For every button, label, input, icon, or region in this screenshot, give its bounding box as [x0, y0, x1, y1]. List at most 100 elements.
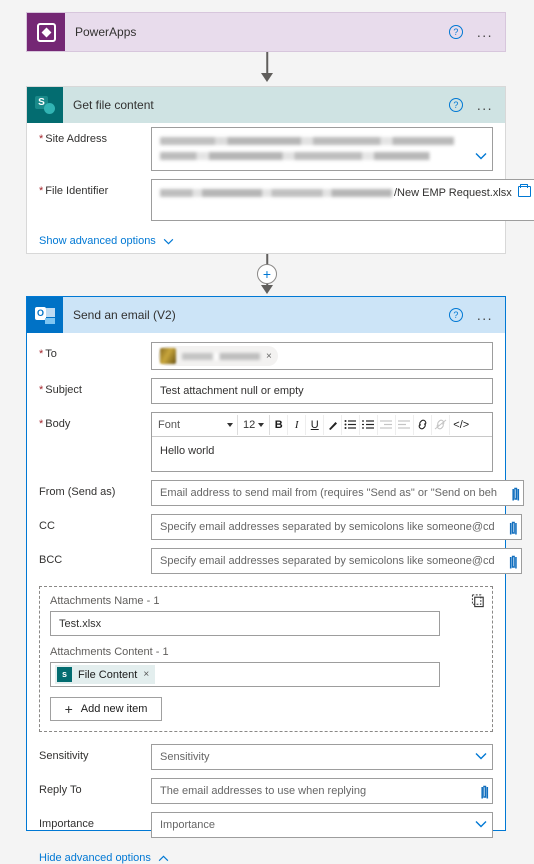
importance-dropdown[interactable]: Importance: [151, 812, 493, 838]
body-label: * Body: [39, 418, 71, 430]
flow-card-powerapps[interactable]: PowerApps ? ...: [26, 12, 506, 52]
file-identifier-value: /New EMP Request.xlsx: [394, 187, 512, 199]
font-size-dropdown[interactable]: 12: [238, 414, 271, 435]
link-button[interactable]: [414, 414, 433, 435]
outlook-card-header[interactable]: O Send an email (V2) ? ...: [27, 297, 505, 333]
bold-button[interactable]: B: [270, 414, 289, 435]
attachments-content-input[interactable]: File Content ×: [50, 662, 440, 687]
dynamic-content-icon[interactable]: |⫿|: [509, 521, 518, 536]
required-asterisk: *: [39, 348, 44, 360]
dynamic-content-icon[interactable]: |⫿|: [480, 785, 489, 800]
from-input[interactable]: Email address to send mail from (require…: [151, 480, 524, 506]
chevron-down-icon: [258, 422, 265, 427]
underline-button[interactable]: U: [306, 414, 325, 435]
recipient-chip[interactable]: ×: [158, 346, 278, 366]
remove-recipient-icon[interactable]: ×: [266, 351, 272, 362]
required-asterisk: *: [39, 384, 44, 396]
chevron-down-icon: [227, 422, 233, 427]
required-asterisk: *: [39, 185, 44, 197]
chevron-down-icon[interactable]: [475, 752, 487, 762]
subject-label: * Subject: [39, 384, 82, 396]
from-label: From (Send as): [39, 486, 116, 498]
file-content-token[interactable]: File Content ×: [55, 665, 156, 684]
font-family-dropdown[interactable]: Font: [154, 414, 238, 435]
dynamic-content-icon[interactable]: |⫿|: [509, 555, 518, 570]
flow-designer-canvas: PowerApps ? ... S Get file content ? ...…: [0, 0, 534, 864]
attachments-content-label: Attachments Content - 1: [50, 646, 169, 658]
file-identifier-label: * File Identifier: [39, 185, 109, 197]
indent-button[interactable]: [378, 414, 397, 435]
overflow-menu-icon[interactable]: ...: [477, 308, 493, 322]
flow-card-send-an-email[interactable]: O Send an email (V2) ? ... * To × * Subj…: [26, 296, 524, 864]
show-advanced-options-link[interactable]: Show advanced options: [27, 225, 505, 247]
field-row-reply-to: Reply To The email addresses to use when…: [27, 774, 505, 808]
text-color-button[interactable]: [324, 414, 343, 435]
to-input[interactable]: ×: [151, 342, 493, 370]
bulleted-list-button[interactable]: [360, 414, 379, 435]
body-content[interactable]: Hello world: [152, 437, 492, 471]
importance-label: Importance: [39, 818, 95, 830]
code-view-button[interactable]: </>: [450, 415, 472, 435]
attachments-name-input[interactable]: Test.xlsx: [50, 611, 440, 636]
field-row-file-identifier: * File Identifier /New EMP Request.xlsx: [27, 175, 534, 225]
rich-text-toolbar: Font 12 B I U </>: [152, 413, 492, 437]
redacted-text: [160, 189, 392, 197]
folder-picker-icon[interactable]: [517, 184, 531, 197]
powerapps-icon: [27, 13, 65, 51]
add-new-item-button[interactable]: + Add new item: [50, 697, 162, 721]
attachments-name-label: Attachments Name - 1: [50, 595, 160, 607]
chevron-down-icon[interactable]: [475, 820, 487, 830]
field-row-body: * Body Font 12 B I U </> Hello world: [27, 408, 505, 476]
to-label: * To: [39, 348, 57, 360]
dynamic-content-icon[interactable]: |⫿|: [511, 487, 520, 502]
field-row-importance: Importance Importance: [27, 808, 505, 842]
token-label: File Content: [78, 668, 138, 681]
plus-icon: +: [64, 701, 73, 717]
cc-input[interactable]: Specify email addresses separated by sem…: [151, 514, 522, 540]
italic-button[interactable]: I: [288, 414, 307, 435]
required-asterisk: *: [39, 418, 44, 430]
powerapps-card-header[interactable]: PowerApps ? ...: [27, 13, 505, 51]
help-icon[interactable]: ?: [448, 98, 463, 112]
flow-card-get-file-content[interactable]: S Get file content ? ... *Site Address: [26, 86, 534, 254]
overflow-menu-icon[interactable]: ...: [477, 98, 493, 112]
insert-step-button[interactable]: +: [257, 264, 277, 284]
remove-token-icon[interactable]: ×: [143, 669, 149, 680]
hide-advanced-options-link[interactable]: Hide advanced options: [27, 842, 505, 864]
cc-label: CC: [39, 520, 55, 532]
field-row-bcc: BCC Specify email addresses separated by…: [27, 544, 522, 578]
field-row-from: From (Send as) Email address to send mai…: [27, 476, 524, 510]
site-address-input[interactable]: [151, 127, 493, 171]
powerapps-card-title: PowerApps: [75, 25, 137, 39]
field-row-to: * To ×: [27, 333, 505, 374]
outdent-button[interactable]: [396, 414, 415, 435]
reply-to-label: Reply To: [39, 784, 82, 796]
connector-arrow-2: [261, 285, 273, 295]
sharepoint-card-header[interactable]: S Get file content ? ...: [27, 87, 505, 123]
redacted-text: [160, 137, 466, 145]
subject-input[interactable]: Test attachment null or empty: [151, 378, 493, 404]
sharepoint-icon: S: [27, 87, 63, 123]
unlink-button[interactable]: [432, 414, 451, 435]
chevron-down-icon: [163, 238, 174, 244]
avatar: [160, 348, 176, 364]
bcc-label: BCC: [39, 554, 63, 566]
file-identifier-input[interactable]: /New EMP Request.xlsx: [151, 179, 534, 221]
chevron-down-icon[interactable]: [475, 152, 487, 162]
sensitivity-dropdown[interactable]: Sensitivity: [151, 744, 493, 770]
outlook-icon: O: [27, 297, 63, 333]
chevron-up-icon: [158, 855, 169, 861]
sharepoint-icon: [57, 667, 72, 682]
delete-icon[interactable]: [471, 593, 486, 608]
connector-arrow-1: [261, 73, 273, 83]
field-row-cc: CC Specify email addresses separated by …: [27, 510, 522, 544]
reply-to-input[interactable]: The email addresses to use when replying: [151, 778, 493, 804]
help-icon[interactable]: ?: [448, 25, 463, 39]
bcc-input[interactable]: Specify email addresses separated by sem…: [151, 548, 522, 574]
help-icon[interactable]: ?: [448, 308, 463, 322]
field-row-sensitivity: Sensitivity Sensitivity: [27, 736, 505, 774]
outlook-card-title: Send an email (V2): [73, 308, 176, 322]
numbered-list-button[interactable]: [342, 414, 361, 435]
body-rich-text-editor[interactable]: Font 12 B I U </> Hello world: [151, 412, 493, 472]
overflow-menu-icon[interactable]: ...: [477, 25, 493, 39]
